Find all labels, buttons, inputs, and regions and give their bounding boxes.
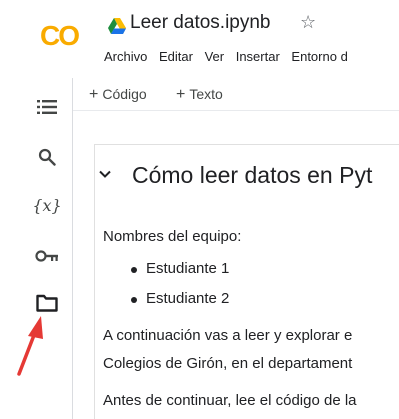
- header: CO Leer datos.ipynb ☆ Archivo Editar Ver…: [0, 0, 399, 78]
- bullet-dot: [131, 267, 137, 273]
- variables-icon[interactable]: {x}: [32, 193, 61, 217]
- left-sidebar: {x}: [0, 78, 73, 419]
- logo-text: CO: [40, 20, 80, 51]
- secrets-key-icon[interactable]: [34, 244, 60, 268]
- bullet-dot: [131, 297, 137, 303]
- files-folder-icon[interactable]: [34, 291, 60, 315]
- add-text-label: Texto: [189, 86, 223, 102]
- colab-logo[interactable]: CO: [40, 20, 80, 52]
- menu-editar[interactable]: Editar: [159, 49, 193, 64]
- section-heading: Cómo leer datos en Pyt: [132, 162, 373, 188]
- plus-icon: +: [176, 86, 186, 103]
- paragraph-line: Antes de continuar, lee el código de la: [103, 392, 357, 409]
- paragraph-line: Colegios de Girón, en el departament: [103, 355, 353, 372]
- add-code-button[interactable]: + Código: [89, 86, 147, 104]
- paragraph-line: A continuación vas a leer y explorar e: [103, 327, 353, 344]
- notebook-title[interactable]: Leer datos.ipynb: [130, 12, 271, 34]
- menu-insertar[interactable]: Insertar: [236, 49, 280, 64]
- menu-archivo[interactable]: Archivo: [104, 49, 147, 64]
- add-text-button[interactable]: + Texto: [176, 86, 223, 104]
- student-item: Estudiante 1: [146, 260, 230, 277]
- google-drive-icon: [108, 18, 126, 34]
- star-icon[interactable]: ☆: [300, 12, 316, 33]
- menu-entorno[interactable]: Entorno d: [291, 49, 347, 64]
- plus-icon: +: [89, 86, 99, 103]
- menu-bar: Archivo Editar Ver Insertar Entorno d: [104, 49, 399, 64]
- chevron-down-icon[interactable]: [98, 167, 112, 181]
- colab-window: CO Leer datos.ipynb ☆ Archivo Editar Ver…: [0, 0, 399, 419]
- notebook-toolbar: + Código + Texto: [73, 78, 399, 111]
- search-icon[interactable]: [34, 145, 60, 169]
- student-item: Estudiante 2: [146, 290, 230, 307]
- team-label: Nombres del equipo:: [103, 228, 242, 245]
- add-code-label: Código: [102, 86, 147, 102]
- table-of-contents-icon[interactable]: [34, 95, 60, 119]
- menu-ver[interactable]: Ver: [205, 49, 225, 64]
